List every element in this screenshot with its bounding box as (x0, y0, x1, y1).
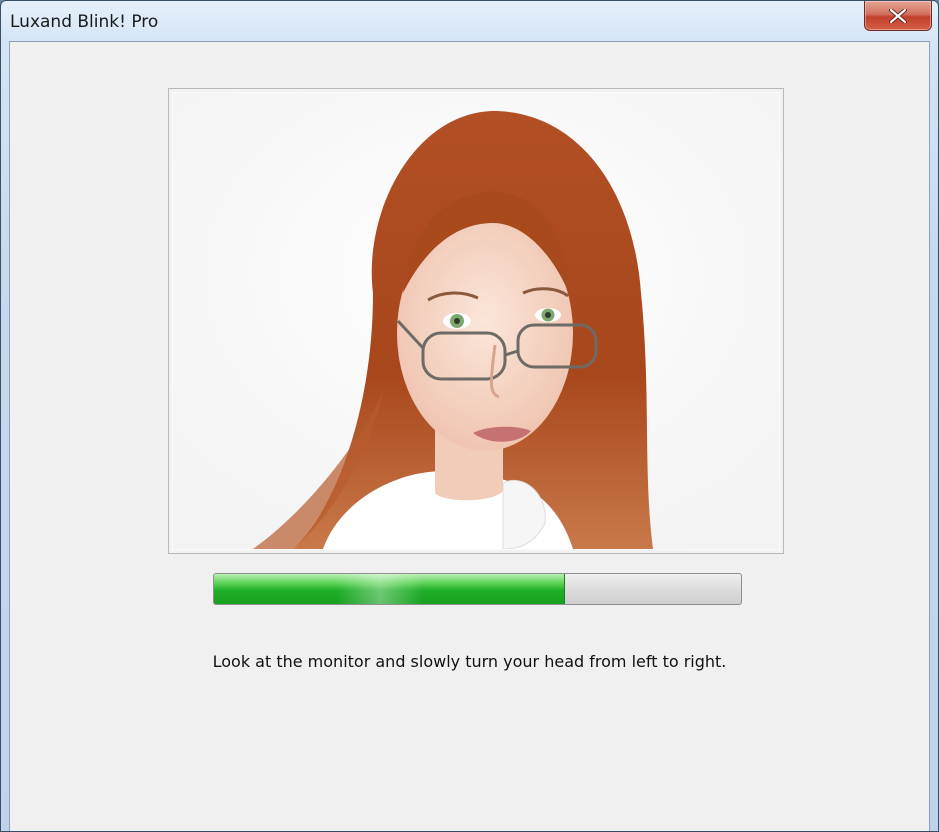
close-button[interactable] (864, 1, 932, 31)
window-title: Luxand Blink! Pro (10, 12, 159, 32)
instruction-text: Look at the monitor and slowly turn your… (212, 652, 727, 671)
progress-bar (213, 573, 742, 605)
dialog-body: Look at the monitor and slowly turn your… (9, 41, 930, 831)
camera-view (168, 88, 784, 554)
camera-image (173, 93, 779, 549)
close-icon (889, 9, 907, 23)
title-bar[interactable]: Luxand Blink! Pro (1, 1, 938, 41)
progress-fill (214, 574, 566, 604)
app-window: Luxand Blink! Pro Look at the monitor an… (0, 0, 939, 832)
